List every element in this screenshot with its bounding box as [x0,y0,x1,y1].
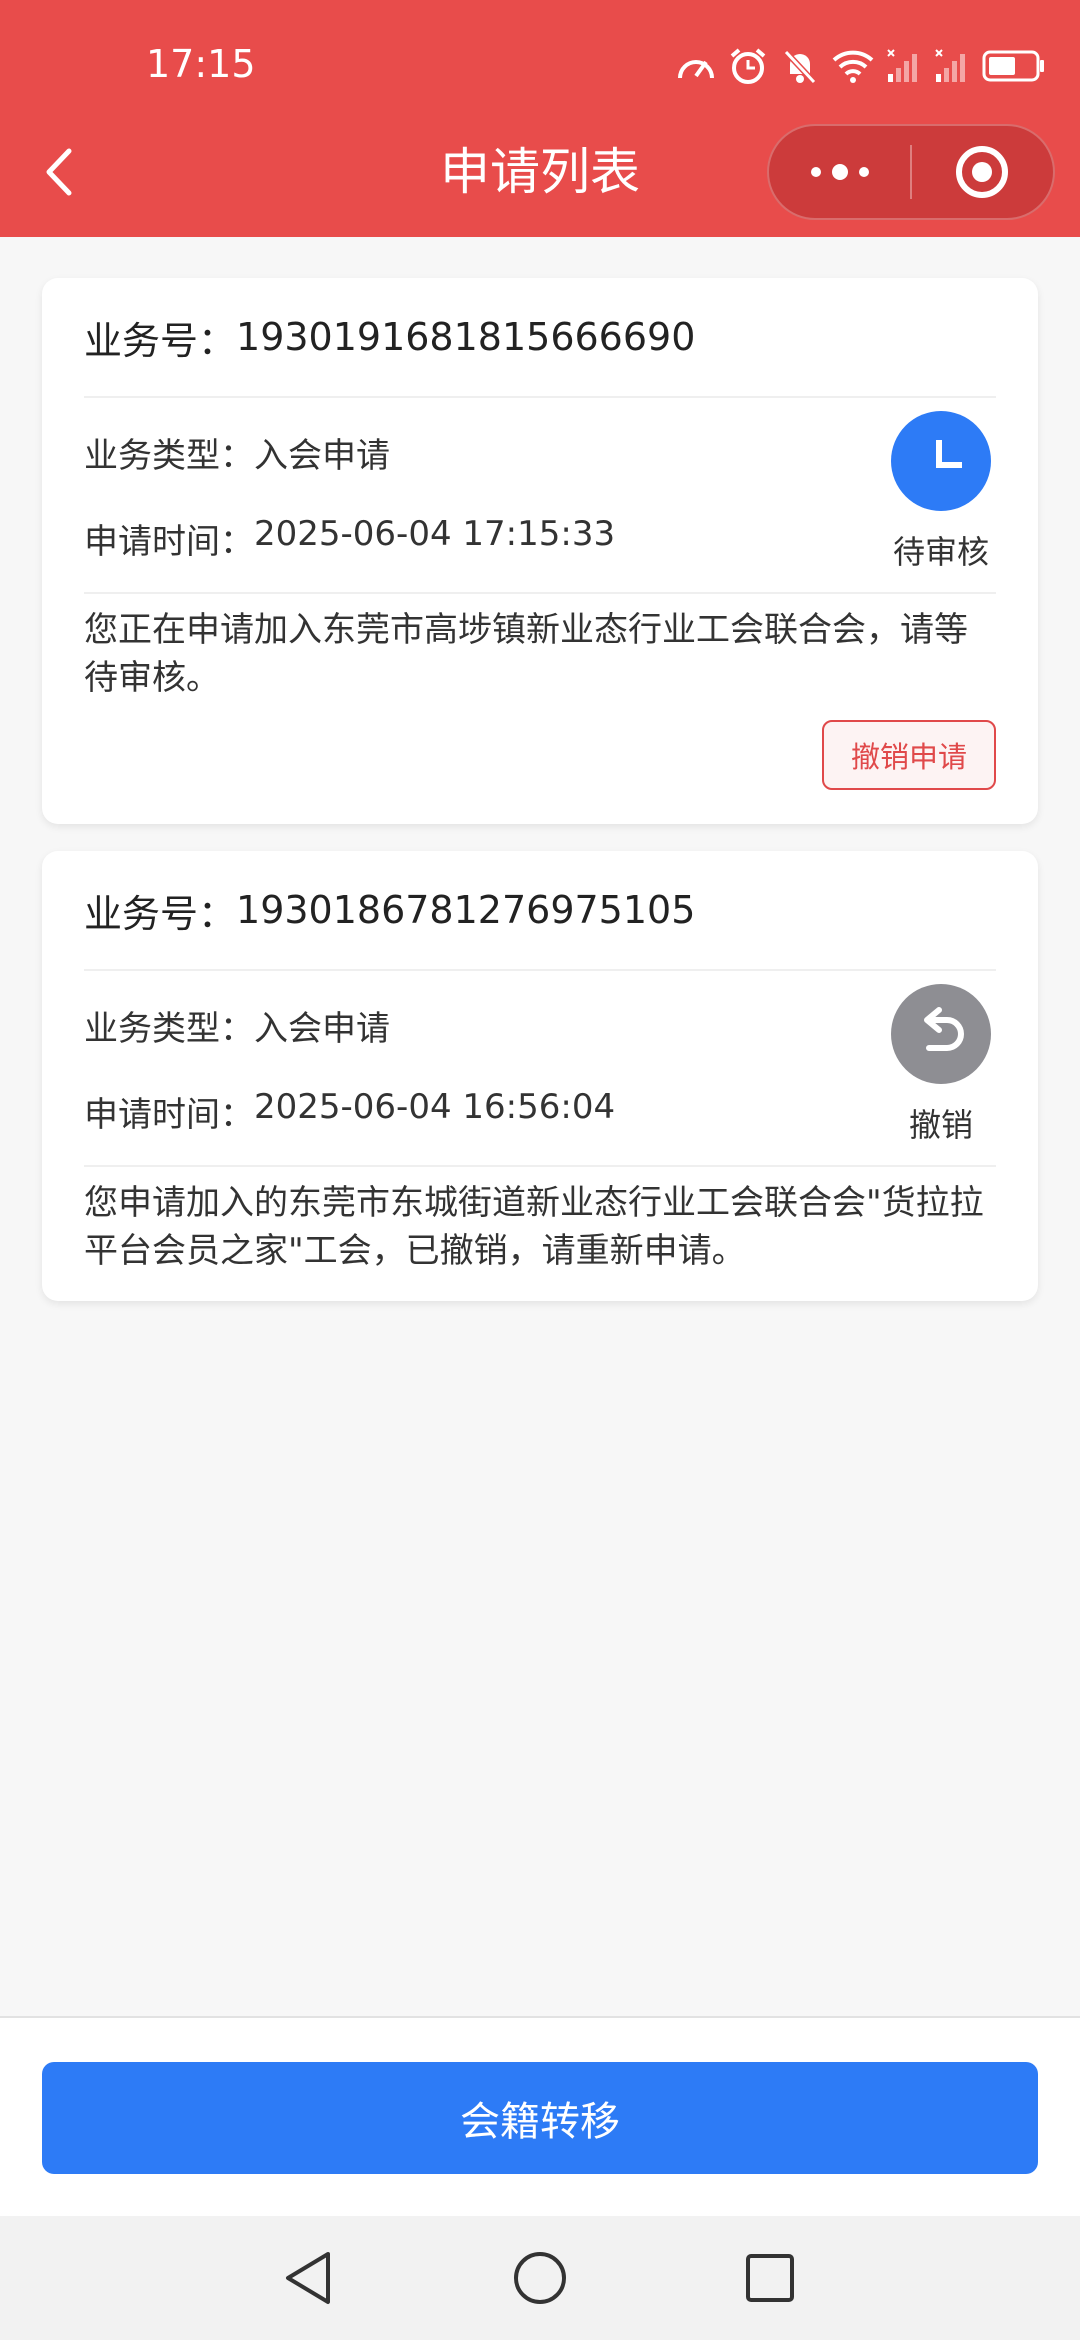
card-divider [84,1165,996,1167]
system-back-button[interactable] [276,2246,340,2310]
membership-transfer-button[interactable]: 会籍转移 [42,2062,1038,2174]
footer-bar: 会籍转移 [0,2016,1080,2216]
clock-icon [936,440,962,468]
business-type-label: 业务类型： [84,436,254,476]
more-button[interactable] [769,126,910,218]
status-indicator: 待审核 [886,411,996,573]
apply-time-row: 申请时间： 2025-06-04 17:15:33 [84,514,615,563]
system-recents-button[interactable] [738,2246,802,2310]
apply-time: 2025-06-04 16:56:04 [254,1087,616,1127]
status-indicator: 撤销 [886,984,996,1146]
application-card[interactable]: 业务号： 1930191681815666690 业务类型： 入会申请 申请时间… [42,278,1038,824]
mini-program-capsule [767,124,1055,220]
business-type-row: 业务类型： 入会申请 [84,428,390,477]
business-number-row: 业务号： 1930186781276975105 [84,851,996,971]
home-circle-icon [514,2252,566,2304]
system-home-button[interactable] [508,2246,572,2310]
wifi-icon [832,50,874,83]
apply-time-label: 申请时间： [84,1095,254,1135]
status-text: 待审核 [892,533,989,571]
speed-meter-icon [678,60,714,79]
recents-square-icon [746,2254,794,2302]
more-dots-icon [810,164,869,180]
application-description: 您正在申请加入东莞市高埗镇新业态行业工会联合会，请等待审核。 [84,610,968,698]
apply-time-row: 申请时间： 2025-06-04 16:56:04 [84,1087,615,1136]
system-nav-bar [0,2216,1080,2340]
target-circle-icon [956,146,1009,198]
business-type: 入会申请 [254,436,390,476]
business-number-label: 业务号： [84,891,237,936]
application-card[interactable]: 业务号： 1930186781276975105 业务类型： 入会申请 申请时间… [42,851,1038,1301]
undo-arrow-icon [924,1007,964,1051]
status-time: 17:15 [146,42,256,86]
cancel-application-button[interactable]: 撤销申请 [822,720,996,790]
status-text: 撤销 [908,1106,973,1144]
card-divider [84,592,996,594]
back-triangle-icon [286,2252,330,2304]
signal-icon [935,49,965,82]
app-header: 17:15 申请列表 [0,0,1080,237]
business-type: 入会申请 [254,1009,390,1049]
apply-time-label: 申请时间： [84,522,254,562]
application-description: 您申请加入的东莞市东城街道新业态行业工会联合会"货拉拉平台会员之家"工会，已撤销… [84,1183,984,1271]
signal-icon [887,49,917,82]
status-icons [676,44,1046,88]
apply-time: 2025-06-04 17:15:33 [254,514,616,554]
alarm-icon [730,48,766,84]
business-number-row: 业务号： 1930191681815666690 [84,278,996,398]
battery-icon [982,50,1044,82]
mute-bell-icon [783,49,817,85]
business-type-row: 业务类型： 入会申请 [84,1001,390,1050]
business-number: 1930191681815666690 [236,315,696,359]
close-button[interactable] [912,126,1053,218]
business-type-label: 业务类型： [84,1009,254,1049]
business-number: 1930186781276975105 [236,888,696,932]
status-circle [891,984,991,1084]
business-number-label: 业务号： [84,318,237,363]
status-circle [891,411,991,511]
